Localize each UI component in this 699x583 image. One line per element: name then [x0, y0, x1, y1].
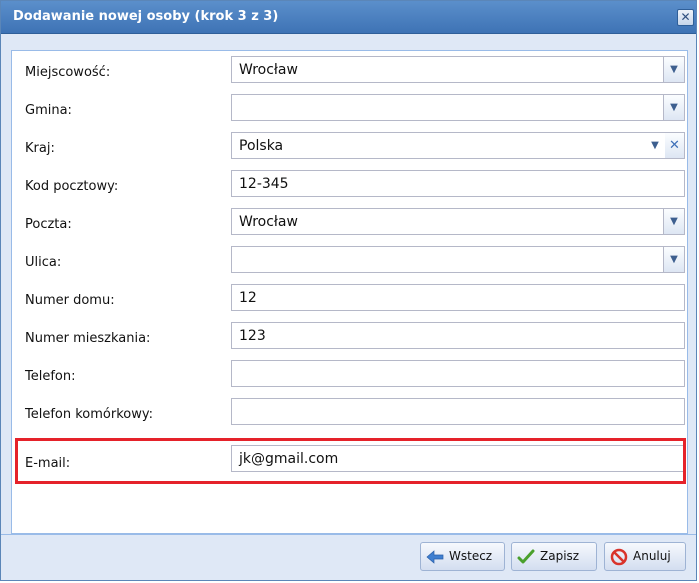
field-label: E-mail: — [25, 456, 71, 471]
dialog-window: Dodawanie nowej osoby (krok 3 z 3) ✕ Mie… — [0, 0, 697, 581]
field-label: Kraj: — [25, 141, 55, 156]
chevron-down-icon[interactable]: ▼ — [663, 95, 684, 120]
chevron-down-icon[interactable]: ▼ — [663, 57, 684, 82]
field-value: 12 — [239, 290, 257, 306]
field-label: Miejscowość: — [25, 65, 111, 80]
footer-divider — [1, 534, 696, 535]
clear-x-icon[interactable]: ✕ — [665, 133, 684, 158]
kod-pocztowy-input[interactable]: 12-345 — [231, 170, 685, 197]
row-telefon-komorkowy: Telefon komórkowy: — [12, 393, 687, 431]
form-panel: Miejscowość: Wrocław ▼ Gmina: ▼ Kraj: Po… — [11, 50, 688, 534]
cancel-circle-icon — [610, 548, 628, 566]
telefon-input[interactable] — [231, 360, 685, 387]
cancel-button[interactable]: Anuluj — [604, 542, 686, 571]
row-telefon: Telefon: — [12, 355, 687, 393]
row-poczta: Poczta: Wrocław ▼ — [12, 203, 687, 241]
field-value: Polska — [239, 138, 284, 154]
kraj-combo[interactable]: Polska ▼ ✕ — [231, 132, 685, 159]
row-email: E-mail: jk@gmail.com — [12, 442, 687, 480]
chevron-down-icon[interactable]: ▼ — [663, 209, 684, 234]
field-label: Telefon komórkowy: — [25, 407, 154, 422]
dialog-title: Dodawanie nowej osoby (krok 3 z 3) — [13, 9, 279, 24]
numer-domu-input[interactable]: 12 — [231, 284, 685, 311]
row-gmina: Gmina: ▼ — [12, 89, 687, 127]
field-label: Numer domu: — [25, 293, 115, 308]
row-numer-domu: Numer domu: 12 — [12, 279, 687, 317]
field-value: jk@gmail.com — [239, 451, 339, 467]
chevron-down-icon[interactable]: ▼ — [645, 133, 665, 158]
miejscowosc-combo[interactable]: Wrocław ▼ — [231, 56, 685, 83]
field-label: Gmina: — [25, 103, 72, 118]
field-label: Ulica: — [25, 255, 62, 270]
chevron-down-icon[interactable]: ▼ — [663, 247, 684, 272]
gmina-combo[interactable]: ▼ — [231, 94, 685, 121]
numer-mieszkania-input[interactable]: 123 — [231, 322, 685, 349]
back-button[interactable]: Wstecz — [420, 542, 505, 571]
checkmark-icon — [517, 549, 535, 564]
field-value: 123 — [239, 328, 266, 344]
field-value: Wrocław — [239, 62, 298, 78]
dialog-titlebar[interactable]: Dodawanie nowej osoby (krok 3 z 3) ✕ — [1, 1, 696, 34]
field-label: Telefon: — [25, 369, 76, 384]
back-button-label: Wstecz — [449, 549, 493, 563]
field-label: Numer mieszkania: — [25, 331, 151, 346]
email-input[interactable]: jk@gmail.com — [231, 445, 685, 472]
row-kraj: Kraj: Polska ▼ ✕ — [12, 127, 687, 165]
telefon-komorkowy-input[interactable] — [231, 398, 685, 425]
ulica-combo[interactable]: ▼ — [231, 246, 685, 273]
field-value: 12-345 — [239, 176, 289, 192]
row-kod-pocztowy: Kod pocztowy: 12-345 — [12, 165, 687, 203]
arrow-left-icon — [426, 550, 444, 564]
field-label: Kod pocztowy: — [25, 179, 119, 194]
save-button-label: Zapisz — [540, 549, 580, 563]
close-icon[interactable]: ✕ — [677, 9, 694, 26]
field-label: Poczta: — [25, 217, 72, 232]
field-value: Wrocław — [239, 214, 298, 230]
save-button[interactable]: Zapisz — [511, 542, 597, 571]
row-ulica: Ulica: ▼ — [12, 241, 687, 279]
row-miejscowosc: Miejscowość: Wrocław ▼ — [12, 51, 687, 89]
cancel-button-label: Anuluj — [633, 549, 671, 563]
row-numer-mieszkania: Numer mieszkania: 123 — [12, 317, 687, 355]
poczta-combo[interactable]: Wrocław ▼ — [231, 208, 685, 235]
